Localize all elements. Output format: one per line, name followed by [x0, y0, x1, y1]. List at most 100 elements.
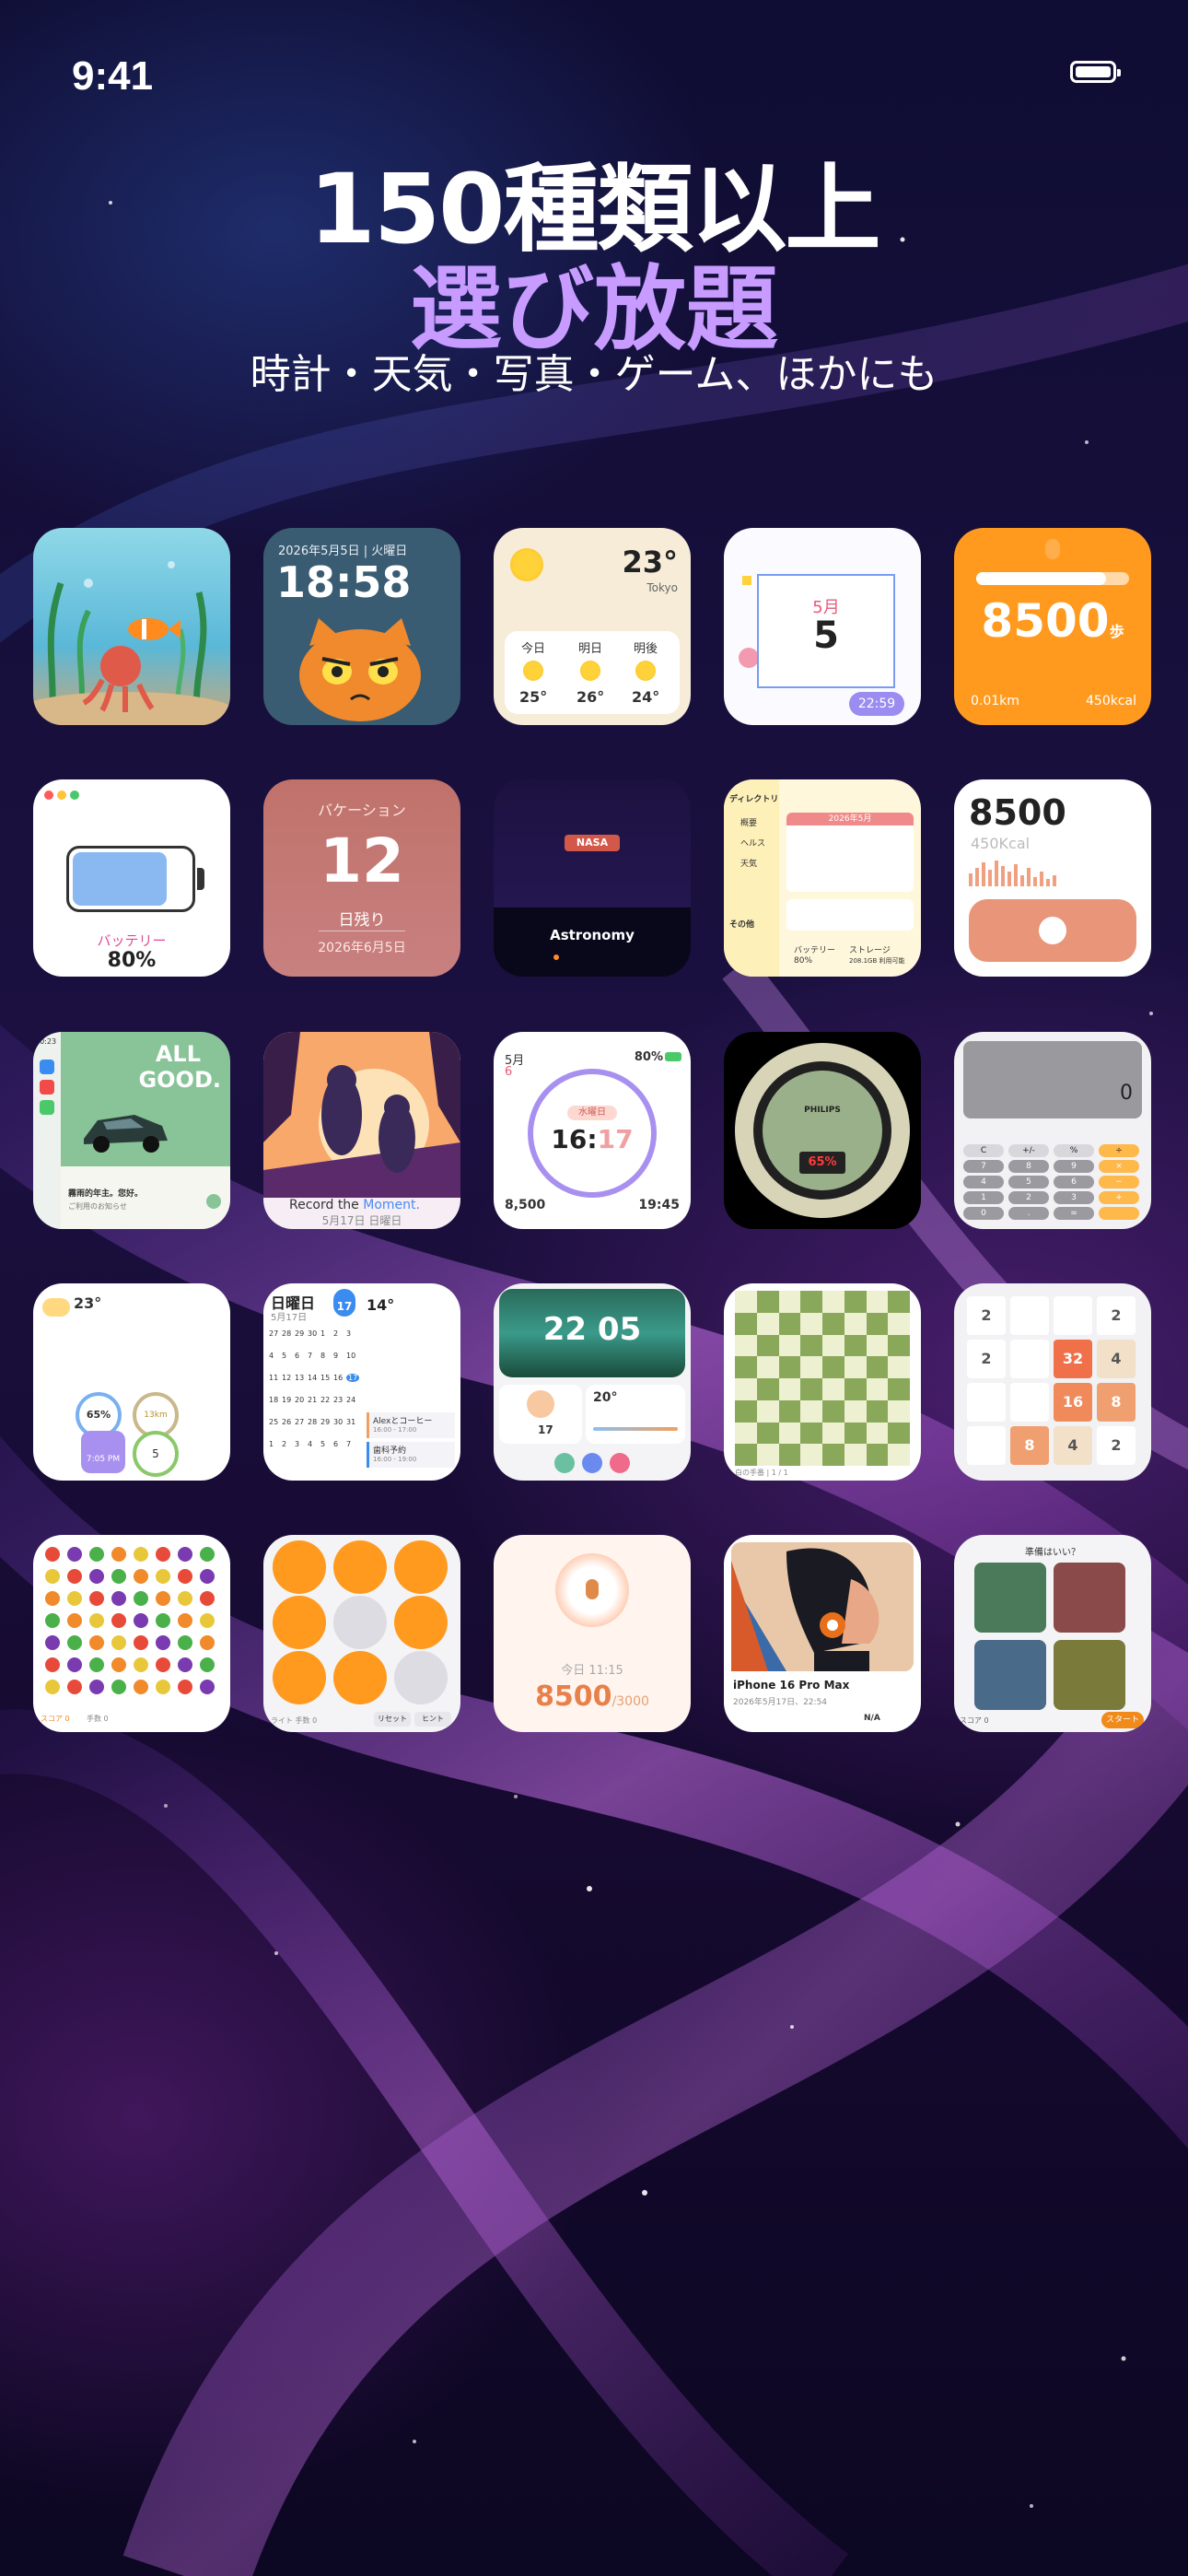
chess-square[interactable] [844, 1312, 867, 1335]
fruit-piece[interactable] [178, 1547, 192, 1562]
calendar-photo-widget[interactable]: 5月 5 22:59 [724, 528, 921, 725]
chess-square[interactable] [756, 1399, 779, 1423]
calculator-key[interactable]: 7 [963, 1160, 1004, 1173]
chess-square[interactable] [756, 1334, 779, 1357]
chess-square[interactable] [756, 1312, 779, 1335]
chess-square[interactable] [800, 1422, 822, 1445]
nasa-widget[interactable]: NASA Astronomy [494, 779, 691, 977]
fruit-piece[interactable] [111, 1680, 126, 1694]
chess-square[interactable] [778, 1422, 801, 1445]
fruit-piece[interactable] [134, 1547, 148, 1562]
calendar-day-cell[interactable]: 30 [333, 1418, 343, 1426]
hint-button[interactable]: ヒント [414, 1712, 451, 1727]
fruit-piece[interactable] [156, 1591, 170, 1606]
calendar-day-cell[interactable]: 2 [333, 1329, 338, 1338]
fruit-grid[interactable] [42, 1544, 221, 1701]
chess-square[interactable] [822, 1356, 844, 1378]
fruit-piece[interactable] [45, 1680, 60, 1694]
fruit-piece[interactable] [45, 1569, 60, 1584]
chess-widget[interactable]: 白の手番 | 1 / 1 [724, 1283, 921, 1481]
fruit-piece[interactable] [200, 1613, 215, 1628]
memory-card-1[interactable] [974, 1563, 1046, 1633]
fruit-piece[interactable] [45, 1547, 60, 1562]
chess-square[interactable] [822, 1291, 844, 1313]
reset-button[interactable]: リセット [374, 1712, 411, 1727]
fruit-piece[interactable] [134, 1635, 148, 1650]
fruit-piece[interactable] [45, 1635, 60, 1650]
light-circle[interactable] [273, 1540, 326, 1594]
sidebar-item-weather[interactable]: 天気 [740, 857, 757, 869]
chess-square[interactable] [844, 1422, 867, 1445]
calendar-day-cell[interactable]: 7 [346, 1440, 351, 1448]
fruit-piece[interactable] [67, 1569, 82, 1584]
calendar-day-cell[interactable]: 22 [320, 1396, 330, 1404]
fruit-piece[interactable] [89, 1635, 104, 1650]
calendar-day-cell[interactable]: 5 [282, 1352, 286, 1360]
steps-peach-widget[interactable]: 今日 11:15 8500/3000 [494, 1535, 691, 1732]
calculator-key[interactable]: = [1054, 1207, 1094, 1220]
memory-card-2[interactable] [1054, 1563, 1125, 1633]
fruit-piece[interactable] [89, 1547, 104, 1562]
chess-square[interactable] [888, 1291, 910, 1313]
chess-square[interactable] [735, 1444, 757, 1466]
calculator-key[interactable]: C [963, 1144, 1004, 1157]
calendar-day-cell[interactable]: 16 [333, 1374, 343, 1382]
chess-square[interactable] [822, 1444, 844, 1466]
battery-widget[interactable]: バッテリー 80% [33, 779, 230, 977]
fruit-piece[interactable] [200, 1547, 215, 1562]
calendar-day-cell[interactable]: 2 [282, 1440, 286, 1448]
chess-square[interactable] [866, 1399, 889, 1423]
fruit-piece[interactable] [200, 1569, 215, 1584]
weather-widget[interactable]: 23° Tokyo 今日 明日 明後 25° 26° 24° [494, 528, 691, 725]
calendar-day-cell[interactable]: 28 [308, 1418, 317, 1426]
light-circle[interactable] [333, 1651, 387, 1704]
calendar-day-cell[interactable]: 17 [346, 1374, 360, 1382]
chessboard[interactable] [735, 1291, 910, 1466]
calendar-day-cell[interactable]: 9 [333, 1352, 338, 1360]
calendar-day-cell[interactable]: 31 [346, 1418, 355, 1426]
fruit-piece[interactable] [156, 1613, 170, 1628]
calendar-day-cell[interactable]: 10 [346, 1352, 355, 1360]
fruit-piece[interactable] [89, 1591, 104, 1606]
chess-square[interactable] [866, 1291, 889, 1313]
calculator-key[interactable]: 0 [963, 1207, 1004, 1220]
chess-square[interactable] [822, 1334, 844, 1357]
chess-square[interactable] [888, 1399, 910, 1423]
chess-square[interactable] [735, 1334, 757, 1357]
fruit-piece[interactable] [134, 1680, 148, 1694]
chess-square[interactable] [735, 1356, 757, 1378]
fruit-piece[interactable] [67, 1635, 82, 1650]
chess-square[interactable] [800, 1399, 822, 1423]
calendar-day-cell[interactable]: 21 [308, 1396, 317, 1404]
memory-card-4[interactable] [1054, 1640, 1125, 1710]
light-circle[interactable] [394, 1596, 448, 1649]
chess-square[interactable] [778, 1378, 801, 1400]
fruit-piece[interactable] [89, 1657, 104, 1672]
chess-square[interactable] [800, 1356, 822, 1378]
calculator-key[interactable]: 4 [963, 1176, 1004, 1188]
fruit-piece[interactable] [111, 1591, 126, 1606]
calendar-day-cell[interactable]: 15 [320, 1374, 330, 1382]
calendar-month-widget[interactable]: 日曜日 5月17日 17 14° 27 28 29 30 1 2 3 4 5 6 7 8 9 10 11 12… [263, 1283, 460, 1481]
fruit-piece[interactable] [156, 1547, 170, 1562]
calendar-day-cell[interactable]: 3 [295, 1440, 299, 1448]
calendar-day-cell[interactable]: 18 [269, 1396, 278, 1404]
chess-square[interactable] [778, 1291, 801, 1313]
fruit-piece[interactable] [111, 1635, 126, 1650]
calculator-key[interactable]: 1 [963, 1191, 1004, 1204]
game-2048-widget[interactable]: 2 2 2 32 4 16 8 8 4 2 [954, 1283, 1151, 1481]
calculator-key[interactable]: − [1099, 1176, 1139, 1188]
chess-square[interactable] [756, 1422, 779, 1445]
calendar-day-cell[interactable]: 28 [282, 1329, 291, 1338]
fruit-piece[interactable] [134, 1657, 148, 1672]
weather-rings-widget[interactable]: 23° 65% 13km 7:05 PM 5 [33, 1283, 230, 1481]
calculator-key[interactable]: × [1099, 1160, 1139, 1173]
fruit-piece[interactable] [200, 1591, 215, 1606]
fruit-piece[interactable] [45, 1591, 60, 1606]
lights-grid[interactable] [271, 1540, 453, 1706]
chess-square[interactable] [778, 1444, 801, 1466]
vacation-countdown-widget[interactable]: バケーション 12 日残り 2026年6月5日 [263, 779, 460, 977]
steps-white-widget[interactable]: 8500 450Kcal [954, 779, 1151, 977]
calculator-key[interactable]: 9 [1054, 1160, 1094, 1173]
chess-square[interactable] [844, 1444, 867, 1466]
